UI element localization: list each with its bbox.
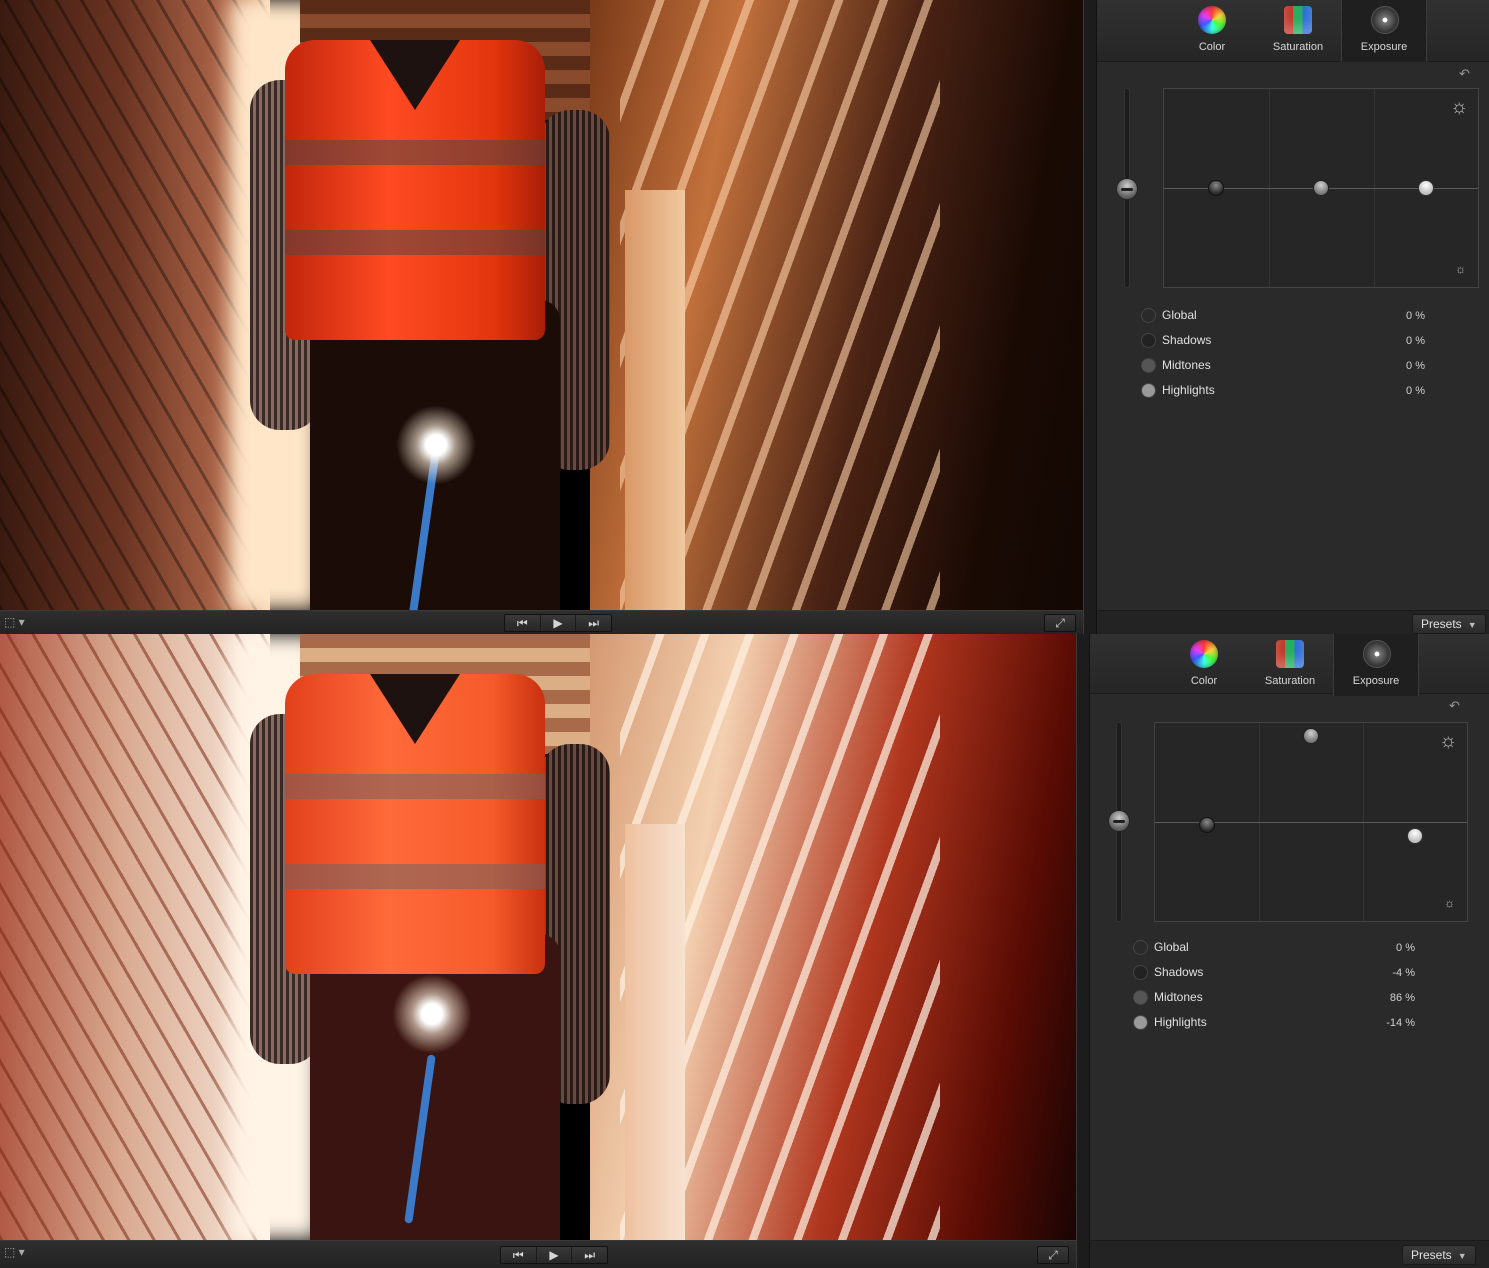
fullscreen-icon[interactable]: ⤢ [1037, 1246, 1069, 1264]
sun-dim-icon: ☼ [1455, 262, 1466, 276]
saturation-icon [1284, 6, 1312, 34]
highlights-value: 0 % [1406, 385, 1425, 397]
color-board-panel: Color Saturation Exposure ↶ ☼ ☼ Global 0… [1090, 634, 1489, 1268]
global-value: 0 % [1406, 310, 1425, 322]
presets-button[interactable]: Presets ▼ [1412, 614, 1486, 634]
row-midtones[interactable]: Midtones 86 % [1133, 988, 1489, 1010]
exposure-graph[interactable]: ☼ ☼ [1154, 722, 1468, 922]
viewer-original: ⬚ ▾ ⏮ ▶ ⏭ ⤢ Color Saturation Exposure ↶ [0, 0, 1489, 634]
transport-controls: ⏮ ▶ ⏭ [504, 614, 612, 632]
tab-saturation[interactable]: Saturation [1255, 0, 1341, 62]
person-in-vest [250, 634, 620, 1240]
lamp-light [396, 405, 476, 485]
sun-bright-icon: ☼ [1439, 730, 1458, 752]
color-board-tabs: Color Saturation Exposure [1097, 0, 1489, 62]
tab-saturation[interactable]: Saturation [1247, 634, 1333, 696]
color-wheel-icon [1190, 640, 1218, 668]
highlights-puck[interactable] [1418, 180, 1434, 196]
color-wheel-icon [1198, 6, 1226, 34]
panel-bottom-bar: Presets ▼ [1097, 610, 1489, 634]
highlights-value: -14 % [1386, 1017, 1415, 1029]
row-shadows[interactable]: Shadows -4 % [1133, 963, 1489, 985]
video-viewer[interactable] [0, 634, 1076, 1240]
row-shadows[interactable]: Shadows 0 % [1141, 331, 1489, 353]
layout-menu-icon[interactable]: ⬚ ▾ [4, 1245, 25, 1259]
presets-button[interactable]: Presets ▼ [1402, 1245, 1476, 1265]
row-global[interactable]: Global 0 % [1141, 306, 1489, 328]
reset-icon[interactable]: ↶ [1459, 66, 1470, 82]
next-frame-icon[interactable]: ⏭ [572, 1247, 607, 1263]
row-highlights[interactable]: Highlights -14 % [1133, 1013, 1489, 1035]
highlights-radio[interactable] [1133, 1015, 1148, 1030]
person-in-vest [250, 0, 620, 610]
transport-controls: ⏮ ▶ ⏭ [500, 1246, 608, 1264]
prev-frame-icon[interactable]: ⏮ [501, 1247, 537, 1263]
reset-icon[interactable]: ↶ [1449, 698, 1460, 714]
master-slider-knob[interactable] [1116, 178, 1138, 200]
row-highlights[interactable]: Highlights 0 % [1141, 381, 1489, 403]
pane-divider[interactable] [1076, 634, 1090, 1268]
highlights-puck[interactable] [1407, 828, 1423, 844]
tab-color[interactable]: Color [1169, 0, 1255, 62]
saturation-icon [1276, 640, 1304, 668]
exposure-icon [1371, 6, 1399, 34]
shadows-value: -4 % [1392, 967, 1415, 979]
panel-bottom-bar: Presets ▼ [1090, 1240, 1489, 1268]
video-frame-image [0, 0, 1083, 610]
tab-exposure[interactable]: Exposure [1341, 0, 1427, 62]
pane-divider[interactable] [1083, 0, 1097, 634]
midtones-puck[interactable] [1303, 728, 1319, 744]
color-board-panel: Color Saturation Exposure ↶ ☼ ☼ Global 0… [1097, 0, 1489, 634]
master-slider-knob[interactable] [1108, 810, 1130, 832]
shadows-value: 0 % [1406, 335, 1425, 347]
tab-color[interactable]: Color [1161, 634, 1247, 696]
stair-post [625, 190, 685, 610]
chevron-down-icon: ▼ [1457, 1251, 1467, 1261]
shadows-puck[interactable] [1208, 180, 1224, 196]
fullscreen-icon[interactable]: ⤢ [1044, 614, 1076, 632]
shadows-puck[interactable] [1199, 817, 1215, 833]
global-radio[interactable] [1133, 940, 1148, 955]
sun-bright-icon: ☼ [1450, 96, 1469, 118]
play-icon[interactable]: ▶ [541, 615, 577, 631]
prev-frame-icon[interactable]: ⏮ [505, 615, 541, 631]
chevron-down-icon: ▼ [1467, 620, 1477, 630]
midtones-radio[interactable] [1141, 358, 1156, 373]
row-global[interactable]: Global 0 % [1133, 938, 1489, 960]
lamp-light [392, 974, 472, 1054]
viewer-toolbar: ⬚ ▾ ⏮ ▶ ⏭ ⤢ [0, 1240, 1076, 1268]
midtones-radio[interactable] [1133, 990, 1148, 1005]
sun-dim-icon: ☼ [1444, 896, 1455, 910]
next-frame-icon[interactable]: ⏭ [576, 615, 611, 631]
layout-menu-icon[interactable]: ⬚ ▾ [4, 615, 25, 629]
midtones-puck[interactable] [1313, 180, 1329, 196]
shadows-radio[interactable] [1141, 333, 1156, 348]
global-radio[interactable] [1141, 308, 1156, 323]
viewer-toolbar: ⬚ ▾ ⏮ ▶ ⏭ ⤢ [0, 610, 1083, 634]
exposure-icon [1363, 640, 1391, 668]
play-icon[interactable]: ▶ [537, 1247, 573, 1263]
exposure-graph[interactable]: ☼ ☼ [1163, 88, 1479, 288]
video-frame-image [0, 634, 1076, 1240]
stair-post [625, 824, 685, 1240]
color-board-tabs: Color Saturation Exposure [1090, 634, 1489, 696]
shadows-radio[interactable] [1133, 965, 1148, 980]
highlights-radio[interactable] [1141, 383, 1156, 398]
row-midtones[interactable]: Midtones 0 % [1141, 356, 1489, 378]
global-value: 0 % [1396, 942, 1415, 954]
video-viewer[interactable] [0, 0, 1083, 610]
tab-exposure[interactable]: Exposure [1333, 634, 1419, 696]
viewer-adjusted: ⬚ ▾ ⏮ ▶ ⏭ ⤢ Color Saturation Exposure ↶ [0, 634, 1489, 1268]
midtones-value: 86 % [1389, 992, 1415, 1004]
midtones-value: 0 % [1406, 360, 1425, 372]
